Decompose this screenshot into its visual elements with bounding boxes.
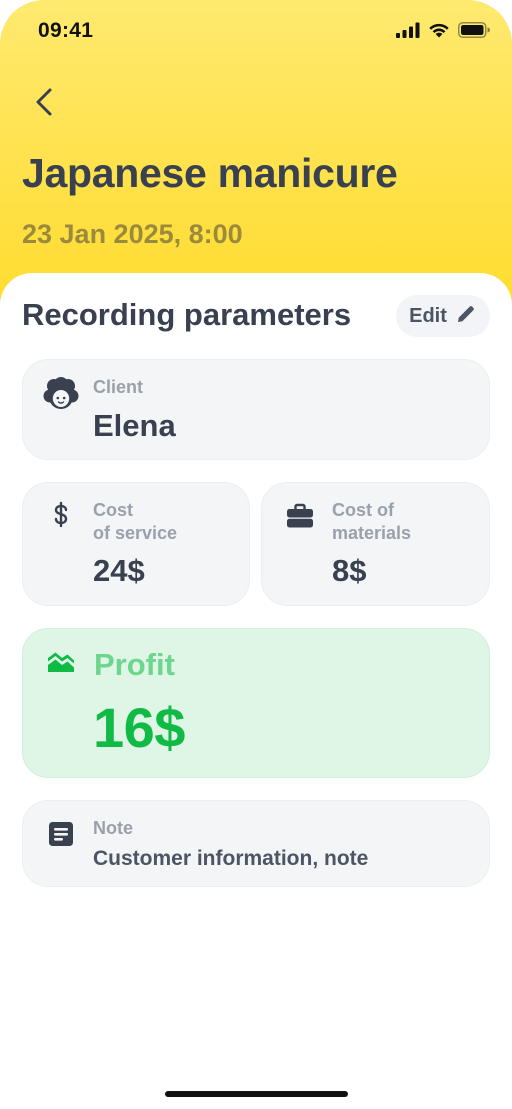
home-indicator [165, 1091, 348, 1097]
cost-of-service-label-line1: Cost [93, 500, 133, 520]
client-value: Elena [93, 408, 176, 443]
status-bar: 09:41 [0, 0, 512, 60]
note-value: Customer information, note [93, 847, 369, 870]
chevron-left-icon [34, 87, 54, 122]
status-icons [396, 21, 490, 43]
signal-icon [396, 22, 420, 43]
pencil-icon [455, 303, 477, 330]
note-label: Note [93, 818, 133, 838]
client-card[interactable]: Client Elena [22, 359, 490, 460]
page-title: Japanese manicure [22, 150, 398, 196]
battery-icon [458, 21, 490, 43]
edit-label: Edit [409, 304, 447, 327]
cost-of-materials-value: 8$ [332, 553, 367, 588]
cost-of-service-label-line2: of service [93, 523, 178, 543]
note-card[interactable]: Note Customer information, note [22, 800, 490, 887]
wifi-icon [428, 22, 450, 43]
cost-of-materials-card[interactable]: Cost of materials 8$ [261, 482, 490, 606]
cost-of-service-value: 24$ [93, 553, 145, 588]
client-avatar-icon [43, 376, 79, 417]
edit-button[interactable]: Edit [396, 295, 490, 337]
cost-of-materials-label-line2: materials [332, 523, 412, 543]
chart-area-icon [47, 651, 75, 678]
status-time: 09:41 [38, 19, 94, 42]
appointment-datetime: 23 Jan 2025, 8:00 [22, 219, 243, 249]
back-button[interactable] [26, 84, 62, 124]
dollar-icon [51, 501, 71, 536]
cost-of-service-card[interactable]: Cost of service 24$ [22, 482, 250, 606]
cost-of-materials-label-line1: Cost of [332, 500, 394, 520]
profit-label: Profit [94, 647, 175, 682]
section-title: Recording parameters [22, 297, 352, 332]
note-icon [48, 821, 74, 852]
profit-card[interactable]: Profit 16$ [22, 628, 490, 778]
client-label: Client [93, 377, 144, 397]
profit-value: 16$ [93, 696, 185, 759]
phone-screen: 09:41 Japanese manicure 23 Jan 2025, 8:0… [0, 0, 512, 1109]
briefcase-icon [286, 503, 314, 534]
